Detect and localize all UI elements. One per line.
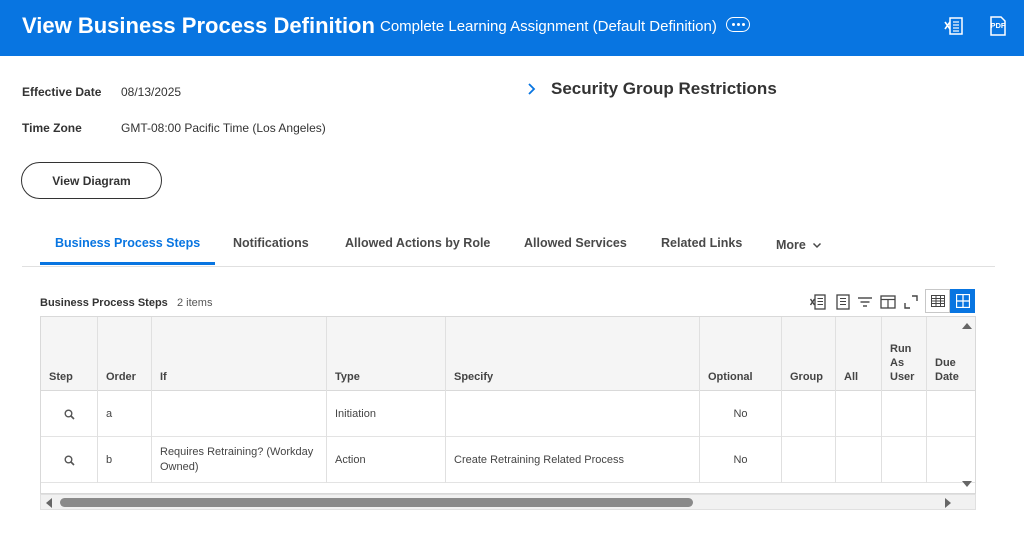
step-cell	[41, 391, 98, 437]
group-cell	[782, 437, 836, 483]
chevron-down-icon	[812, 242, 821, 249]
if-cell: Requires Retraining? (Workday Owned)	[152, 437, 327, 483]
col-header-all[interactable]: All	[836, 317, 882, 391]
specify-cell	[446, 391, 700, 437]
print-list-icon[interactable]	[834, 293, 852, 311]
column-chooser-icon[interactable]	[879, 293, 897, 311]
col-header-type[interactable]: Type	[327, 317, 446, 391]
table-view-toggle[interactable]	[925, 289, 950, 313]
scroll-up-arrow-icon[interactable]	[962, 321, 972, 331]
grid-title: Business Process Steps	[40, 297, 168, 309]
tab-business-process-steps[interactable]: Business Process Steps	[55, 224, 200, 266]
col-header-step[interactable]: Step	[41, 317, 98, 391]
tab-notifications[interactable]: Notifications	[233, 224, 309, 266]
type-cell: Action	[327, 437, 446, 483]
col-header-group[interactable]: Group	[782, 317, 836, 391]
table-view-icon	[930, 295, 945, 307]
dot-icon	[736, 23, 740, 26]
tab-more[interactable]: More	[776, 224, 822, 266]
if-cell	[152, 391, 327, 437]
optional-cell: No	[700, 437, 782, 483]
grid-header-row: Step Order If Type Specify Optional Grou…	[41, 317, 975, 391]
search-icon[interactable]	[64, 409, 75, 420]
tab-allowed-actions-by-role[interactable]: Allowed Actions by Role	[345, 224, 490, 266]
col-header-if[interactable]: If	[152, 317, 327, 391]
run-as-user-cell	[882, 437, 927, 483]
page-title: View Business Process Definition	[22, 13, 375, 38]
tab-allowed-services[interactable]: Allowed Services	[524, 224, 627, 266]
excel-export-icon[interactable]	[809, 293, 827, 311]
order-cell: b	[98, 437, 152, 483]
scroll-left-arrow-icon[interactable]	[45, 498, 53, 508]
due-date-cell	[927, 437, 975, 483]
horizontal-scroll-thumb[interactable]	[60, 498, 693, 507]
time-zone-label: Time Zone	[22, 121, 82, 135]
fullscreen-icon[interactable]	[902, 293, 920, 311]
filter-icon[interactable]	[856, 293, 874, 311]
all-cell	[836, 391, 882, 437]
specify-cell: Create Retraining Related Process	[446, 437, 700, 483]
order-cell: a	[98, 391, 152, 437]
page-subtitle: Complete Learning Assignment (Default De…	[380, 18, 717, 35]
col-header-run-as-user[interactable]: Run As User	[882, 317, 927, 391]
tab-related-links[interactable]: Related Links	[661, 224, 742, 266]
business-process-steps-grid: Step Order If Type Specify Optional Grou…	[40, 316, 976, 494]
table-row: b Requires Retraining? (Workday Owned) A…	[41, 437, 975, 483]
col-header-optional[interactable]: Optional	[700, 317, 782, 391]
dot-icon	[731, 23, 735, 26]
step-cell	[41, 437, 98, 483]
pdf-label: PDF	[990, 21, 1006, 30]
page-header: View Business Process Definition Complet…	[0, 0, 1024, 56]
security-group-restrictions-title: Security Group Restrictions	[551, 79, 777, 98]
scroll-down-arrow-icon[interactable]	[962, 479, 972, 489]
chevron-right-icon	[528, 83, 536, 95]
time-zone-value: GMT-08:00 Pacific Time (Los Angeles)	[121, 121, 326, 135]
optional-cell: No	[700, 391, 782, 437]
dot-icon	[741, 23, 745, 26]
table-row: a Initiation No	[41, 391, 975, 437]
type-cell: Initiation	[327, 391, 446, 437]
all-cell	[836, 437, 882, 483]
col-header-order[interactable]: Order	[98, 317, 152, 391]
tab-more-label: More	[776, 238, 806, 252]
view-diagram-button[interactable]: View Diagram	[21, 162, 162, 199]
col-header-specify[interactable]: Specify	[446, 317, 700, 391]
due-date-cell	[927, 391, 975, 437]
excel-export-icon[interactable]	[943, 15, 965, 37]
related-actions-button[interactable]	[726, 17, 750, 32]
search-icon[interactable]	[64, 455, 75, 466]
run-as-user-cell	[882, 391, 927, 437]
grid-view-toggle[interactable]	[950, 289, 975, 313]
effective-date-label: Effective Date	[22, 85, 102, 99]
active-tab-indicator	[40, 262, 215, 265]
group-cell	[782, 391, 836, 437]
grid-item-count: 2 items	[177, 297, 213, 309]
grid-view-icon	[955, 294, 970, 308]
effective-date-value: 08/13/2025	[121, 85, 182, 99]
security-group-restrictions-toggle[interactable]: Security Group Restrictions	[525, 79, 777, 99]
pdf-export-icon[interactable]: PDF	[987, 15, 1009, 37]
scroll-right-arrow-icon[interactable]	[944, 498, 952, 508]
tab-bar: Business Process Steps Notifications All…	[22, 224, 995, 267]
